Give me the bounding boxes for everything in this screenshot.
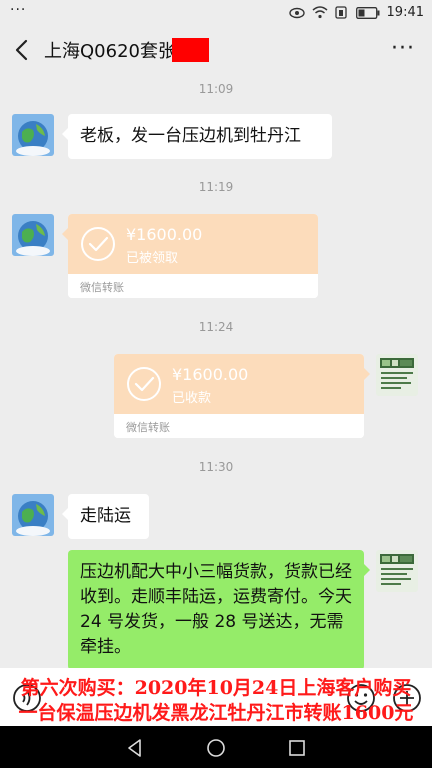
self-avatar[interactable] bbox=[376, 550, 418, 592]
contact-avatar[interactable] bbox=[12, 214, 54, 256]
signal-icon bbox=[334, 6, 347, 19]
wifi-icon bbox=[312, 6, 328, 19]
clock: 19:41 bbox=[386, 5, 424, 20]
transfer-card[interactable]: ¥1600.00 已被领取 微信转账 bbox=[68, 214, 318, 298]
timestamp: 11:24 bbox=[198, 320, 234, 334]
status-bar: ··· 19:41 bbox=[0, 0, 432, 26]
system-nav-bar bbox=[0, 726, 432, 768]
transfer-card[interactable]: ¥1600.00 已收款 微信转账 bbox=[114, 354, 364, 438]
self-avatar[interactable] bbox=[376, 354, 418, 396]
nav-back-icon[interactable] bbox=[124, 737, 146, 759]
transfer-footer: 微信转账 bbox=[114, 414, 364, 438]
nav-home-icon[interactable] bbox=[205, 737, 227, 759]
back-arrow-icon[interactable] bbox=[10, 37, 36, 63]
caption-overlay: 第六次购买：2020年10月24日上海客户购买 一台保温压边机发黑龙江牡丹江市转… bbox=[0, 668, 432, 726]
transfer-status: 已收款 bbox=[172, 391, 212, 406]
bubble-tail bbox=[364, 368, 370, 380]
transfer-footer: 微信转账 bbox=[68, 274, 318, 298]
redaction-box bbox=[172, 38, 209, 62]
eye-icon bbox=[288, 7, 305, 18]
check-circle-icon bbox=[81, 227, 115, 261]
chat-title: 上海Q0620套张 bbox=[44, 41, 176, 62]
transfer-amount: ¥1600.00 bbox=[126, 225, 203, 244]
more-icon[interactable]: ··· bbox=[388, 36, 418, 62]
transfer-status: 已被领取 bbox=[126, 251, 179, 266]
message-bubble[interactable]: 压边机配大中小三幅货款，货款已经收到。走顺丰陆运，运费寄付。今天 24 号发货，… bbox=[68, 550, 370, 670]
battery-icon bbox=[355, 6, 380, 19]
timestamp: 11:19 bbox=[198, 180, 234, 194]
timestamp: 11:30 bbox=[198, 460, 234, 474]
timestamp: 11:09 bbox=[198, 82, 234, 96]
transfer-card-body: ¥1600.00 已被领取 bbox=[68, 214, 318, 274]
contact-avatar[interactable] bbox=[12, 114, 54, 156]
message-bubble[interactable]: 老板，发一台压边机到牡丹江 bbox=[62, 114, 332, 159]
transfer-amount: ¥1600.00 bbox=[172, 365, 249, 384]
notification-dots: ··· bbox=[10, 2, 27, 18]
chat-header: 上海Q0620套张 ··· bbox=[0, 26, 432, 74]
contact-avatar[interactable] bbox=[12, 494, 54, 536]
transfer-card-body: ¥1600.00 已收款 bbox=[114, 354, 364, 414]
nav-recent-icon[interactable] bbox=[286, 737, 308, 759]
caption-line-2: 一台保温压边机发黑龙江牡丹江市转账1600元 bbox=[18, 702, 414, 724]
check-circle-icon bbox=[127, 367, 161, 401]
caption-line-1: 第六次购买：2020年10月24日上海客户购买 bbox=[20, 677, 412, 699]
message-bubble[interactable]: 走陆运 bbox=[62, 494, 149, 539]
